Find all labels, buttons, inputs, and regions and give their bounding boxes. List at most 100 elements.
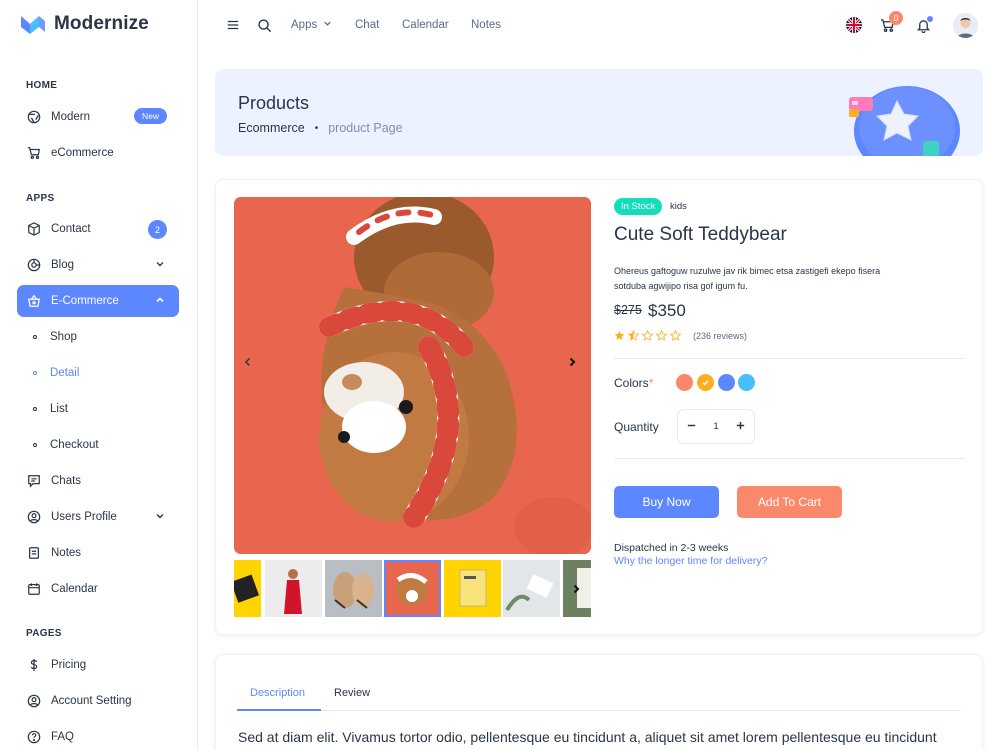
tab-review[interactable]: Review (334, 687, 370, 699)
chevron-down-icon (155, 259, 165, 272)
thumbnail-4-selected[interactable] (384, 560, 441, 617)
chevron-up-icon (155, 295, 165, 308)
brand-logo[interactable]: Modernize (20, 13, 149, 35)
count-badge: 2 (148, 220, 167, 239)
sidebar-item-label: Blog (51, 259, 75, 271)
aperture-icon (26, 109, 42, 125)
tabs-divider (237, 710, 961, 711)
sidebar-item-notes[interactable]: Notes (17, 537, 179, 569)
bullet-icon (33, 371, 37, 375)
sidebar-subitem-label: Checkout (50, 439, 99, 451)
user-circle-icon (26, 509, 42, 525)
color-swatch-blue[interactable] (718, 374, 735, 391)
sidebar-item-pricing[interactable]: Pricing (17, 649, 179, 681)
sidebar-item-users-profile[interactable]: Users Profile (17, 501, 179, 533)
active-tab-indicator (237, 709, 321, 711)
chevron-down-icon (155, 511, 165, 524)
chart-donut-icon (26, 257, 42, 273)
breadcrumb-ecommerce[interactable]: Ecommerce (238, 121, 305, 135)
bullet-icon (33, 443, 37, 447)
bullet-icon (33, 407, 37, 411)
thumbnail-2[interactable] (265, 560, 322, 617)
color-swatch-coral[interactable] (676, 374, 693, 391)
section-apps: APPS (26, 193, 55, 204)
sidebar-item-chats[interactable]: Chats (17, 465, 179, 497)
quantity-label: Quantity (614, 420, 659, 434)
currency-dollar-icon (26, 657, 42, 673)
stock-badge: In Stock (614, 198, 663, 215)
star-empty-icon (656, 330, 667, 341)
sidebar-subitem-shop[interactable]: Shop (17, 321, 179, 353)
topnav-notes[interactable]: Notes (471, 19, 501, 31)
sidebar-item-label: Chats (51, 475, 82, 487)
tab-description[interactable]: Description (250, 687, 305, 699)
message-icon (26, 473, 42, 489)
sidebar-subitem-detail[interactable]: Detail (17, 357, 179, 389)
star-empty-icon (670, 330, 681, 341)
breadcrumb-card: Products Ecommerce • product Page (215, 69, 983, 156)
sidebar-subitem-label: Detail (50, 367, 80, 379)
delivery-info-link[interactable]: Why the longer time for delivery? (614, 555, 767, 567)
reviews-count[interactable]: (236 reviews) (693, 331, 747, 341)
avatar[interactable] (953, 13, 978, 38)
thumbnail-5[interactable] (444, 560, 501, 617)
divider (614, 358, 965, 359)
sidebar-item-label: FAQ (51, 731, 75, 743)
basket-icon (26, 293, 42, 309)
sidebar-item-faq[interactable]: FAQ (17, 721, 179, 750)
prev-image-arrow[interactable] (242, 355, 256, 369)
sidebar-item-label: Contact (51, 223, 91, 235)
thumb-next-arrow[interactable] (570, 582, 582, 600)
sidebar-item-blog[interactable]: Blog (17, 249, 179, 281)
description-card: Description Review Sed at diam elit. Viv… (215, 654, 983, 750)
next-image-arrow[interactable] (566, 355, 580, 369)
sidebar-item-label: E-Commerce (51, 295, 119, 307)
page-title: Products (238, 93, 310, 113)
thumbnail-6[interactable] (503, 560, 560, 617)
sidebar-item-e-commerce[interactable]: E-Commerce (17, 285, 179, 317)
search-icon[interactable] (257, 18, 273, 34)
quantity-value[interactable]: 1 (713, 421, 718, 432)
topnav-chat[interactable]: Chat (355, 19, 379, 31)
calendar-icon (26, 581, 42, 597)
sidebar: Modernize HOME Modern New eCommerce APPS… (0, 0, 198, 750)
quantity-stepper: 1 (677, 409, 755, 444)
menu-icon[interactable] (226, 18, 242, 34)
sidebar-item-calendar[interactable]: Calendar (17, 573, 179, 605)
color-swatch-sky[interactable] (738, 374, 755, 391)
sidebar-subitem-checkout[interactable]: Checkout (17, 429, 179, 461)
topnav-apps[interactable]: Apps (291, 19, 332, 31)
topnav-calendar[interactable]: Calendar (402, 19, 449, 31)
sidebar-item-ecommerce[interactable]: eCommerce (17, 137, 179, 169)
product-main-image[interactable] (234, 197, 591, 554)
thumbnail-3[interactable] (325, 560, 382, 617)
topnav-apps-label: Apps (291, 19, 318, 31)
sidebar-item-modern[interactable]: Modern New (17, 101, 179, 133)
breadcrumb-separator-icon: • (314, 122, 319, 134)
sidebar-item-account-setting[interactable]: Account Setting (17, 685, 179, 717)
sidebar-item-label: Calendar (51, 583, 98, 595)
add-to-cart-button[interactable]: Add To Cart (737, 486, 842, 518)
plus-icon[interactable] (735, 418, 746, 436)
colors-label: Colors* (614, 376, 653, 390)
chevron-down-icon (324, 21, 332, 26)
product-card: In Stock kids Cute Soft Teddybear Ohereu… (215, 179, 983, 635)
products-illustration (849, 86, 960, 156)
sidebar-subitem-list[interactable]: List (17, 393, 179, 425)
product-title: Cute Soft Teddybear (614, 224, 787, 245)
sidebar-item-contact[interactable]: Contact 2 (17, 213, 179, 245)
required-mark: * (648, 376, 654, 390)
thumbnail-1[interactable] (234, 560, 261, 617)
minus-icon[interactable] (686, 418, 697, 436)
color-swatch-orange-selected[interactable] (697, 374, 714, 391)
colors-label-text: Colors (614, 376, 649, 390)
buy-now-button[interactable]: Buy Now (614, 486, 719, 518)
uk-flag-icon[interactable] (846, 17, 862, 33)
sidebar-item-label: Pricing (51, 659, 87, 671)
new-badge: New (133, 108, 167, 124)
star-filled-icon (614, 330, 625, 340)
section-home: HOME (26, 80, 58, 91)
sidebar-subitem-label: List (50, 403, 68, 415)
notification-dot (927, 16, 933, 22)
cart-icon (26, 145, 42, 161)
